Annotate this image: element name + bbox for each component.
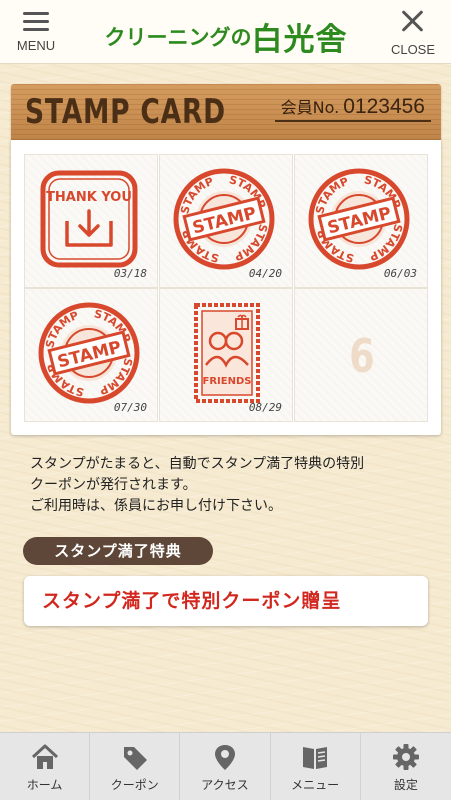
brand-logo: クリーニングの白光舎 xyxy=(96,14,356,58)
menu-label: MENU xyxy=(16,38,56,53)
member-number-label: 会員No. xyxy=(280,98,340,117)
stamp-cell-empty: 6 xyxy=(294,288,428,422)
home-icon xyxy=(31,744,58,769)
map-pin-icon xyxy=(214,745,235,770)
tab-label: 設定 xyxy=(393,778,418,792)
stamp-slot-number: 6 xyxy=(349,329,375,383)
stamp-date: 06/03 xyxy=(383,267,417,280)
description-line: ご利用時は、係員にお申し付け下さい。 xyxy=(30,498,282,514)
stamp-cell: FRIENDS 08/29 xyxy=(159,288,293,422)
benefit-ribbon: スタンプ満了特典 xyxy=(23,537,213,565)
stamp-cell: THANK YOU 03/18 xyxy=(24,154,158,288)
book-icon xyxy=(303,747,328,769)
stamp-description: スタンプがたまると、自動でスタンプ満了特典の特別 クーポンが発行されます。 ご利… xyxy=(30,454,430,517)
tab-label: メニュー xyxy=(291,778,340,792)
stamp-cell: STAMP STAMP STAMP STAMP STAMP 06/03 xyxy=(294,154,428,288)
tab-label: アクセス xyxy=(201,778,249,792)
tab-coupon[interactable]: クーポン xyxy=(90,733,181,800)
stamp-date: 03/18 xyxy=(113,267,147,280)
logo-tagline: クリーニングの xyxy=(104,25,252,50)
app-header: MENU クリーニングの白光舎 CLOSE xyxy=(0,0,451,64)
stamp-card-header: STAMP CARD 会員No. 0123456 xyxy=(11,84,441,140)
close-label: CLOSE xyxy=(390,42,436,57)
tab-label: クーポン xyxy=(110,778,159,792)
member-number: 会員No. 0123456 xyxy=(274,94,431,122)
bottom-tab-bar: ホーム クーポン アクセス メニュー 設定 xyxy=(0,732,451,800)
thank-you-text: THANK YOU xyxy=(46,190,132,205)
tab-menu[interactable]: メニュー xyxy=(271,733,361,800)
tag-icon xyxy=(123,747,147,770)
stamp-date: 04/20 xyxy=(248,267,282,280)
close-icon xyxy=(400,8,426,34)
tab-settings[interactable]: 設定 xyxy=(361,733,451,800)
tab-home[interactable]: ホーム xyxy=(0,733,91,800)
menu-button[interactable]: MENU xyxy=(6,6,66,60)
stamp-date: 07/30 xyxy=(113,401,147,414)
stamp-cell: STAMP STAMP STAMP STAMP STAMP 04/20 xyxy=(159,154,293,288)
stamp-grid: THANK YOU 03/18 STAMP STAMP xyxy=(24,154,428,422)
tab-label: ホーム xyxy=(26,778,63,792)
tab-access[interactable]: アクセス xyxy=(180,733,271,800)
stamp-card: THANK YOU 03/18 STAMP STAMP xyxy=(11,140,441,435)
stamp-card-title: STAMP CARD xyxy=(25,92,226,132)
gear-icon xyxy=(392,744,419,770)
friends-text: FRIENDS xyxy=(203,376,252,387)
description-line: スタンプがたまると、自動でスタンプ満了特典の特別 xyxy=(30,456,365,472)
reward-banner: スタンプ満了で特別クーポン贈呈 xyxy=(24,576,428,626)
stamp-cell: STAMP STAMP STAMP STAMP STAMP 07/30 xyxy=(24,288,158,422)
member-number-value: 0123456 xyxy=(343,95,425,118)
stamp-date: 08/29 xyxy=(248,401,282,414)
logo-name: 白光舎 xyxy=(251,22,348,58)
description-line: クーポンが発行されます。 xyxy=(30,477,197,493)
close-button[interactable]: CLOSE xyxy=(383,6,443,60)
hamburger-icon xyxy=(23,10,49,32)
